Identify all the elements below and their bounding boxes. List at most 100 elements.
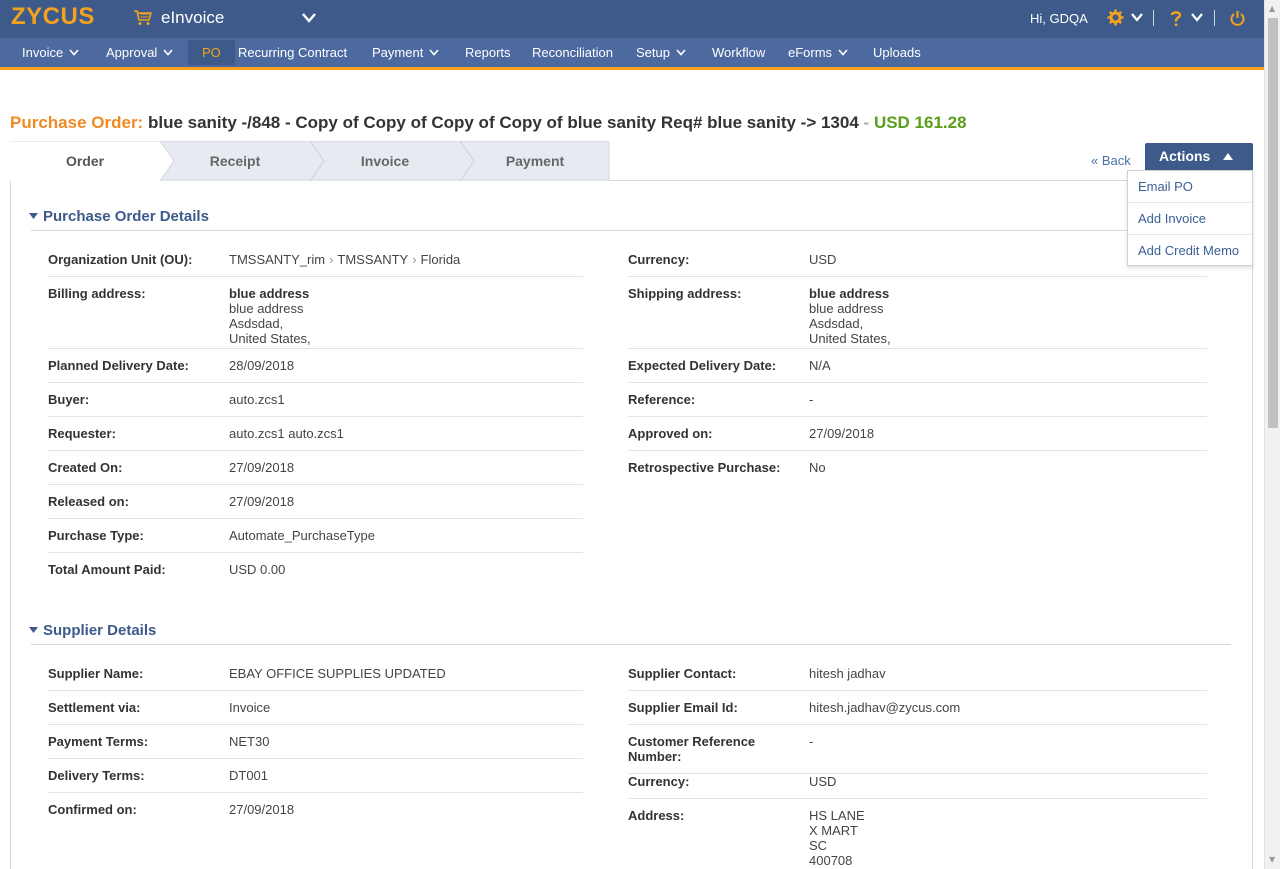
actions-button[interactable]: Actions	[1145, 143, 1253, 170]
address-line: 400708	[809, 853, 853, 868]
zycus-logo[interactable]: ZYCUS	[11, 3, 95, 31]
gear-icon[interactable]	[1107, 9, 1124, 26]
field-confirmed-on: Confirmed on: 27/09/2018	[48, 802, 583, 827]
back-link[interactable]: « Back	[1091, 153, 1131, 168]
field-label: Billing address:	[48, 286, 146, 301]
chevron-down-icon[interactable]	[301, 12, 317, 24]
field-value: auto.zcs1 auto.zcs1	[229, 426, 344, 441]
po-amount: USD 161.28	[873, 113, 967, 132]
field-value: USD	[809, 252, 837, 267]
nav-label: Workflow	[712, 45, 766, 60]
power-icon[interactable]	[1230, 10, 1245, 26]
help-icon[interactable]	[1170, 10, 1182, 27]
field-value: Automate_PurchaseType	[229, 528, 375, 543]
content-frame-left	[10, 141, 11, 869]
caret-down-icon	[29, 627, 38, 633]
scrollbar-thumb[interactable]	[1268, 18, 1278, 428]
tab-receipt[interactable]: Receipt	[160, 141, 310, 181]
field-value: USD 0.00	[229, 562, 286, 577]
field-label: Currency:	[628, 774, 690, 789]
tab-order[interactable]: Order	[10, 141, 160, 181]
field-supplier-name: Supplier Name: EBAY OFFICE SUPPLIES UPDA…	[48, 666, 583, 691]
product-name: eInvoice	[161, 8, 225, 27]
field-value: auto.zcs1	[229, 392, 285, 407]
nav-workflow[interactable]: Workflow	[712, 38, 765, 67]
menu-email-po[interactable]: Email PO	[1128, 171, 1252, 203]
nav-label: Uploads	[873, 45, 921, 60]
page-title-label: Purchase Order:	[10, 113, 144, 132]
tab-invoice[interactable]: Invoice	[310, 141, 460, 181]
field-label: Shipping address:	[628, 286, 742, 301]
field-value: 27/09/2018	[229, 802, 295, 817]
field-created-on: Created On: 27/09/2018	[48, 460, 583, 485]
nav-eforms[interactable]: eForms	[788, 38, 848, 67]
field-approved-on: Approved on: 27/09/2018	[628, 426, 1207, 451]
ou-level-1: TMSSANTY_rim	[229, 252, 326, 267]
supplier-details-toggle[interactable]: Supplier Details	[29, 622, 156, 639]
field-label: Approved on:	[628, 426, 713, 441]
nav-label: eForms	[788, 45, 833, 60]
actions-label: Actions	[1159, 148, 1211, 164]
po-tabs: Order Receipt Invoice Payment	[10, 141, 610, 181]
field-shipping-address: Shipping address: blue address blue addr…	[628, 286, 1207, 349]
address-line: blue address	[229, 286, 310, 301]
address-line: Asdsdad,	[229, 316, 284, 331]
field-label: Address:	[628, 808, 685, 823]
field-label: Settlement via:	[48, 700, 141, 715]
po-details-toggle[interactable]: Purchase Order Details	[29, 208, 209, 225]
address-line: United States,	[809, 331, 891, 346]
user-greeting[interactable]: Hi, GDQA	[1030, 11, 1088, 26]
field-value: hitesh jadhav	[809, 666, 886, 681]
field-supplier-currency: Currency: USD	[628, 774, 1207, 799]
scroll-up-arrow-icon[interactable]: ▲	[1269, 4, 1275, 13]
page-scrollbar[interactable]: ▲ ▼	[1264, 0, 1280, 869]
field-label: Organization Unit (OU):	[48, 252, 193, 267]
address-line: United States,	[229, 331, 311, 346]
field-label: Supplier Name:	[48, 666, 144, 681]
breadcrumb-separator: ›	[412, 252, 417, 267]
section-heading: Supplier Details	[43, 622, 157, 639]
app-header: ZYCUS eInvoice Hi, GDQA	[0, 0, 1264, 38]
nav-payment[interactable]: Payment	[372, 38, 439, 67]
field-label: Total Amount Paid:	[48, 562, 166, 577]
settings-chevron-down-icon[interactable]	[1131, 13, 1143, 22]
field-supplier-address: Address: HS LANE X MART SC 400708	[628, 808, 1207, 868]
field-retrospective: Retrospective Purchase: No	[628, 460, 1207, 485]
field-label: Expected Delivery Date:	[628, 358, 777, 373]
field-value: No	[809, 460, 826, 475]
field-value: HS LANE X MART SC 400708	[809, 808, 865, 868]
address-line: blue address	[809, 301, 884, 316]
nav-reports[interactable]: Reports	[465, 38, 511, 67]
nav-setup[interactable]: Setup	[636, 38, 686, 67]
field-label: Requester:	[48, 426, 116, 441]
field-value: 27/09/2018	[809, 426, 875, 441]
address-line: Asdsdad,	[809, 316, 864, 331]
field-value: -	[809, 734, 814, 749]
tab-payment[interactable]: Payment	[460, 141, 610, 181]
field-planned-delivery: Planned Delivery Date: 28/09/2018	[48, 358, 583, 383]
field-label: Supplier Email Id:	[628, 700, 738, 715]
nav-approval[interactable]: Approval	[106, 38, 173, 67]
address-line: X MART	[809, 823, 858, 838]
menu-add-invoice[interactable]: Add Invoice	[1128, 203, 1252, 235]
field-released-on: Released on: 27/09/2018	[48, 494, 583, 519]
section-divider	[31, 230, 1127, 231]
field-billing-address: Billing address: blue address blue addre…	[48, 286, 583, 349]
chevron-down-icon	[838, 49, 848, 56]
nav-invoice[interactable]: Invoice	[22, 38, 79, 67]
main-nav: Invoice Approval PO Recurring Contract P…	[0, 38, 1264, 70]
nav-reconciliation[interactable]: Reconciliation	[532, 38, 613, 67]
field-label: Reference:	[628, 392, 696, 407]
field-total-paid: Total Amount Paid: USD 0.00	[48, 562, 583, 587]
nav-po[interactable]: PO	[188, 40, 235, 65]
product-switcher[interactable]: eInvoice	[133, 8, 224, 28]
nav-label: Recurring Contract	[238, 45, 348, 60]
help-chevron-down-icon[interactable]	[1191, 13, 1203, 22]
nav-uploads[interactable]: Uploads	[873, 38, 921, 67]
field-label: Released on:	[48, 494, 129, 509]
scroll-down-arrow-icon[interactable]: ▼	[1269, 855, 1275, 864]
field-label: Created On:	[48, 460, 123, 475]
nav-recurring-contract[interactable]: Recurring Contract	[238, 38, 347, 67]
field-value: blue address blue address Asdsdad, Unite…	[229, 286, 311, 346]
field-label: Confirmed on:	[48, 802, 137, 817]
